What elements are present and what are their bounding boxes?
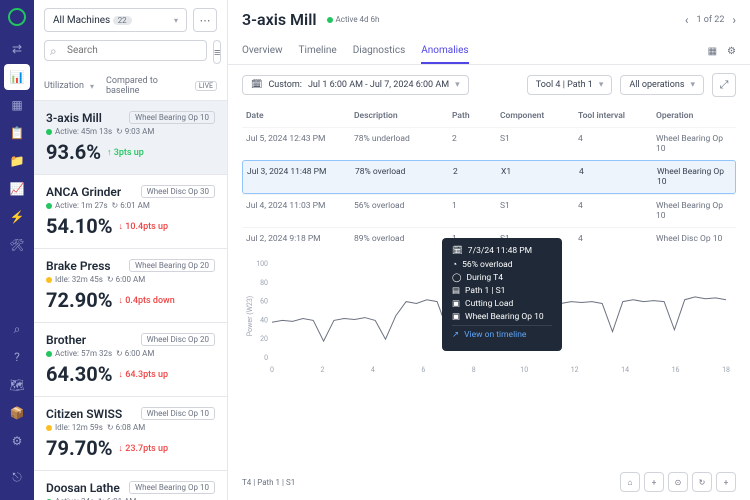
tab-diagnostics[interactable]: Diagnostics (353, 39, 406, 64)
chart-footer-label: T4 | Path 1 | S1 (242, 478, 295, 487)
zoom-in-button[interactable]: + (644, 472, 664, 492)
date-range-select[interactable]: 🗓 Custom: Jul 1 6:00 AM - Jul 7, 2024 6:… (242, 75, 469, 95)
table-row[interactable]: Jul 4, 2024 11:03 PM56% overload1S14Whee… (242, 194, 736, 227)
svg-text:20: 20 (260, 335, 268, 343)
svg-text:0: 0 (264, 354, 268, 362)
sidebar: All Machines 22 ▾ ⋯ ≡ ⇅ Utilization▾ Com… (34, 0, 228, 500)
tab-anomalies[interactable]: Anomalies (421, 39, 468, 64)
svg-text:12: 12 (571, 366, 579, 374)
svg-text:80: 80 (260, 279, 268, 287)
machine-card[interactable]: Doosan LatheWheel Bearing Op 10Active: 3… (34, 471, 227, 500)
utilization-label[interactable]: Utilization (44, 81, 84, 91)
home-button[interactable]: ⌂ (620, 472, 640, 492)
prev-button[interactable]: ‹ (685, 13, 689, 27)
anomaly-table: DateDescriptionPathComponentTool interva… (228, 105, 750, 250)
svg-text:0: 0 (270, 366, 274, 374)
grid-view-icon[interactable]: ▦ (708, 46, 717, 57)
svg-text:60: 60 (260, 298, 268, 306)
rail-item[interactable]: 🛠 (4, 232, 30, 258)
calendar-icon: 🗓 (251, 80, 262, 90)
machine-card[interactable]: Citizen SWISSWheel Disc Op 10Idle: 12m 5… (34, 397, 227, 471)
rail-item[interactable]: ⚡ (4, 204, 30, 230)
rail-item[interactable]: ? (4, 344, 30, 370)
svg-text:4: 4 (371, 366, 375, 374)
search-input[interactable] (44, 40, 207, 61)
rail-item[interactable]: ⇄ (4, 36, 30, 62)
zoom-reset-button[interactable]: ⊙ (668, 472, 688, 492)
compared-label: Compared to baseline (106, 76, 189, 96)
machine-card[interactable]: Brake PressWheel Bearing Op 20Idle: 32m … (34, 249, 227, 323)
table-row[interactable]: Jul 5, 2024 12:43 PM78% underload2S14Whe… (242, 127, 736, 160)
logo-icon (8, 8, 26, 26)
more-button[interactable]: ⋯ (193, 8, 217, 32)
chart-tooltip: 🗓7/3/24 11:48 PM ◔56% overload ◯During T… (442, 238, 562, 351)
svg-text:16: 16 (672, 366, 680, 374)
rail-item[interactable]: 📁 (4, 148, 30, 174)
tool-select[interactable]: Tool 4 | Path 1▾ (527, 75, 613, 95)
svg-text:Power (W23): Power (W23) (246, 296, 254, 336)
tab-overview[interactable]: Overview (242, 39, 283, 64)
rail-item[interactable]: ▦ (4, 92, 30, 118)
live-badge: LIVE (195, 81, 217, 91)
chart-area: 🗓7/3/24 11:48 PM ◔56% overload ◯During T… (242, 256, 736, 468)
clock-icon: ◔ (452, 259, 457, 270)
page-title: 3-axis Mill (242, 10, 317, 29)
filter-button[interactable]: ≡ (213, 40, 221, 64)
svg-text:100: 100 (256, 260, 268, 268)
status-text: Active 4d 6h (336, 15, 380, 24)
rail-item[interactable]: 🗺 (4, 372, 30, 398)
settings-icon[interactable]: ⚙ (727, 46, 736, 57)
add-button[interactable]: + (716, 472, 736, 492)
svg-text:2: 2 (320, 366, 324, 374)
svg-text:18: 18 (722, 366, 730, 374)
calendar-icon: 🗓 (452, 246, 463, 256)
rail-item[interactable]: ⌕ (4, 316, 30, 342)
machine-list: 3-axis MillWheel Bearing Op 10Active: 45… (34, 101, 227, 500)
svg-text:40: 40 (260, 316, 268, 324)
chevron-down-icon: ▾ (174, 16, 178, 25)
machines-select[interactable]: All Machines 22 ▾ (44, 8, 187, 32)
svg-text:8: 8 (472, 366, 476, 374)
chevron-down-icon: ▾ (455, 80, 460, 90)
pager: ‹ 1 of 22 › (685, 13, 736, 27)
rail-item[interactable]: 📋 (4, 120, 30, 146)
logout-icon[interactable]: ⎋ (4, 464, 30, 490)
rail-item[interactable]: 📦 (4, 400, 30, 426)
next-button[interactable]: › (732, 13, 736, 27)
svg-text:6: 6 (421, 366, 425, 374)
svg-text:10: 10 (520, 366, 528, 374)
tab-timeline[interactable]: Timeline (299, 39, 337, 64)
nav-rail: ⇄📊▦📋📁📈⚡🛠 ⌕?🗺📦⚙ ⎋ (0, 0, 34, 500)
expand-button[interactable]: ⤢ (712, 73, 736, 97)
svg-text:14: 14 (621, 366, 629, 374)
machine-card[interactable]: BrotherWheel Disc Op 20Active: 57m 32s ↻… (34, 323, 227, 397)
machine-card[interactable]: 3-axis MillWheel Bearing Op 10Active: 45… (34, 101, 227, 175)
view-timeline-link[interactable]: ↗View on timeline (452, 325, 552, 340)
table-row[interactable]: Jul 3, 2024 11:48 PM78% overload2X14Whee… (242, 160, 736, 194)
rail-item[interactable]: 📈 (4, 176, 30, 202)
refresh-button[interactable]: ↻ (692, 472, 712, 492)
rail-item[interactable]: 📊 (4, 64, 30, 90)
ops-select[interactable]: All operations▾ (620, 75, 704, 95)
machine-card[interactable]: ANCA GrinderWheel Disc Op 30Active: 1m 2… (34, 175, 227, 249)
main-panel: 3-axis Mill Active 4d 6h ‹ 1 of 22 › Ove… (228, 0, 750, 500)
rail-item[interactable]: ⚙ (4, 428, 30, 454)
